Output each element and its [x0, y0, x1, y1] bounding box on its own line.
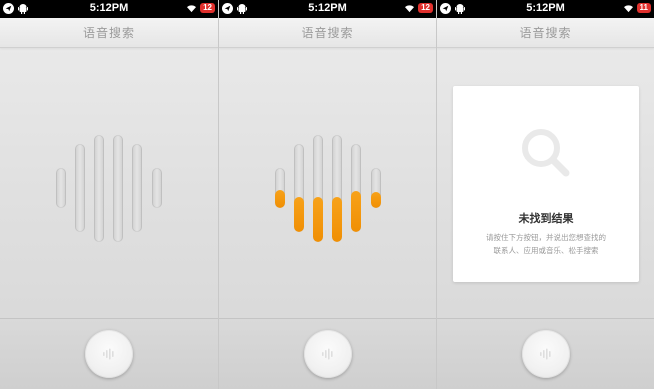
page-title: 语音搜索 — [301, 26, 354, 40]
voice-level-bar — [75, 144, 85, 232]
title-bar: 语音搜索 — [0, 18, 218, 48]
voice-level-bar — [94, 135, 104, 242]
page-title: 语音搜索 — [82, 26, 135, 40]
status-bar: 5:12PM 12 — [219, 0, 436, 18]
voice-level-bar — [152, 168, 162, 208]
battery-level-badge: 11 — [636, 3, 651, 13]
voice-level-fill — [332, 197, 342, 242]
microphone-icon — [103, 348, 114, 360]
voice-search-screen-listening: 5:12PM 12 语音搜索 — [218, 0, 436, 389]
voice-level-bar — [313, 135, 323, 242]
voice-level-fill — [294, 197, 304, 232]
status-time: 5:12PM — [526, 2, 565, 14]
search-icon — [522, 129, 570, 177]
voice-level-fill — [351, 191, 361, 232]
voice-level-bar — [294, 144, 304, 232]
microphone-button[interactable] — [85, 330, 133, 378]
voice-search-screen-idle: 5:12PM 12 语音搜索 — [0, 0, 218, 389]
page-title: 语音搜索 — [519, 26, 572, 40]
voice-level-bar — [275, 168, 285, 208]
voice-search-screen-no-result: 5:12PM 11 语音搜索 未找到结果 请按住下方按钮，并说出您想查找的 联系… — [436, 0, 654, 389]
voice-level-fill — [313, 197, 323, 242]
voice-level-bar — [56, 168, 66, 208]
voice-level-bar — [113, 135, 123, 242]
no-result-hint-line1: 请按住下方按钮，并说出您想查找的 — [486, 233, 606, 242]
microphone-button[interactable] — [521, 330, 570, 378]
no-result-hint-line2: 联系人、应用或音乐、松手搜索 — [493, 246, 599, 255]
bottom-bar — [219, 318, 436, 389]
microphone-button[interactable] — [303, 330, 352, 378]
voice-level-visualizer — [219, 48, 436, 318]
microphone-icon — [539, 348, 551, 360]
title-bar: 语音搜索 — [437, 18, 654, 48]
no-result-card: 未找到结果 请按住下方按钮，并说出您想查找的 联系人、应用或音乐、松手搜索 — [453, 86, 639, 282]
voice-level-fill — [275, 190, 285, 208]
screenshot-strip: 5:12PM 12 语音搜索 5:12PM 12 语音搜索 5:12PM 11 … — [0, 0, 654, 389]
bottom-bar — [0, 318, 218, 389]
title-bar: 语音搜索 — [219, 18, 436, 48]
microphone-icon — [321, 348, 333, 360]
battery-level-badge: 12 — [200, 3, 215, 13]
voice-level-bar — [351, 144, 361, 232]
voice-level-bar — [132, 144, 142, 232]
status-bar: 5:12PM 11 — [437, 0, 654, 18]
wifi-icon — [187, 4, 197, 12]
wifi-icon — [623, 4, 633, 12]
voice-level-bar — [332, 135, 342, 242]
no-result-heading: 未找到结果 — [518, 212, 574, 225]
status-bar: 5:12PM 12 — [0, 0, 218, 18]
battery-level-badge: 12 — [418, 3, 433, 13]
voice-level-bar — [371, 168, 381, 208]
voice-level-visualizer — [0, 48, 218, 318]
wifi-icon — [405, 4, 415, 12]
bottom-bar — [437, 318, 654, 389]
voice-level-fill — [371, 192, 381, 208]
